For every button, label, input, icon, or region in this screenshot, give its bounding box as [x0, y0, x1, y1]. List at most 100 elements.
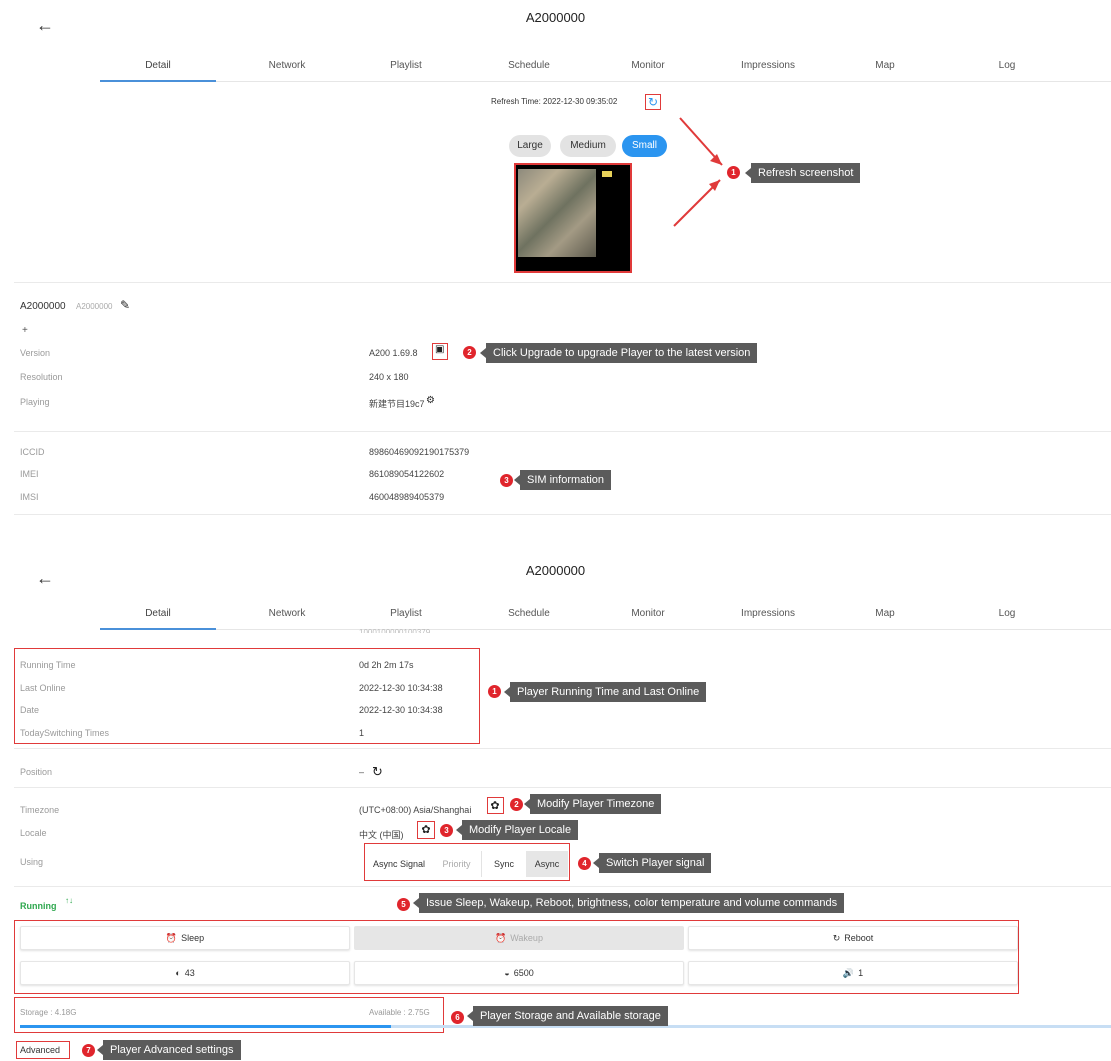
- resolution-label: Resolution: [20, 372, 63, 382]
- locale-value: 中文 (中国): [359, 830, 404, 840]
- marker-3: 3: [440, 824, 453, 837]
- callout-commands: Issue Sleep, Wakeup, Reboot, brightness,…: [412, 893, 845, 913]
- callout-signal: Switch Player signal: [592, 853, 712, 873]
- alarm-clock-icon: ⏰: [165, 933, 178, 943]
- tab-network[interactable]: Network: [229, 60, 345, 71]
- imsi-label: IMSI: [20, 492, 39, 502]
- storage-total: Storage : 4.18G: [20, 1008, 77, 1017]
- add-tag-button[interactable]: +: [22, 325, 28, 336]
- callout-upgrade: Click Upgrade to upgrade Player to the l…: [479, 343, 758, 363]
- upgrade-icon[interactable]: ▣: [435, 344, 444, 355]
- callout-refresh-screenshot: Refresh screenshot: [744, 163, 861, 183]
- tab-monitor[interactable]: Monitor: [590, 608, 706, 619]
- screenshot-preview: [514, 163, 632, 273]
- active-tab-indicator: [100, 628, 216, 630]
- tab-detail[interactable]: Detail: [100, 608, 216, 619]
- timezone-value: (UTC+08:00) Asia/Shanghai: [359, 805, 472, 815]
- priority-option[interactable]: Priority: [432, 851, 482, 877]
- tab-bar: Detail Network Playlist Schedule Monitor…: [100, 52, 1111, 82]
- marker-4: 4: [578, 857, 591, 870]
- version-value: A200 1.69.8: [369, 348, 418, 358]
- refresh-icon[interactable]: ↻: [648, 95, 658, 109]
- async-signal-label: Async Signal: [372, 859, 426, 869]
- timezone-settings-icon[interactable]: ✿: [489, 800, 501, 812]
- tab-impressions[interactable]: Impressions: [710, 60, 826, 71]
- playing-value[interactable]: 新建节目19c7: [369, 397, 425, 410]
- locale-settings-icon[interactable]: ✿: [420, 824, 432, 836]
- sleep-button[interactable]: ⏰ Sleep: [20, 926, 350, 950]
- callout-sim-info: SIM information: [513, 470, 612, 490]
- reboot-icon: ↻: [832, 933, 841, 943]
- marker-5: 5: [397, 898, 410, 911]
- tab-bar: Detail Network Playlist Schedule Monitor…: [100, 600, 1111, 630]
- scrolled-row-value: 1000100000100379: [359, 628, 431, 633]
- tab-playlist[interactable]: Playlist: [348, 60, 464, 71]
- marker-7: 7: [82, 1044, 95, 1057]
- reboot-button[interactable]: ↻ Reboot: [688, 926, 1018, 950]
- tab-map[interactable]: Map: [827, 60, 943, 71]
- divider: [14, 514, 1111, 515]
- brightness-button[interactable]: ◐ 43: [20, 961, 350, 985]
- iccid-value: 89860469092190175379: [369, 447, 470, 457]
- async-option[interactable]: Async: [526, 851, 568, 877]
- imsi-value: 460048989405379: [369, 492, 445, 502]
- callout-runtime: Player Running Time and Last Online: [503, 682, 707, 702]
- volume-button[interactable]: 🔊 1: [688, 961, 1018, 985]
- callout-locale: Modify Player Locale: [455, 820, 579, 840]
- marker-1: 1: [488, 685, 501, 698]
- tab-detail[interactable]: Detail: [100, 60, 216, 71]
- screenshot-badge: [602, 171, 612, 177]
- running-time-value: 0d 2h 2m 17s: [359, 660, 414, 670]
- tab-log[interactable]: Log: [949, 608, 1065, 619]
- color-temperature-icon: ◒: [504, 968, 510, 978]
- tab-playlist[interactable]: Playlist: [348, 608, 464, 619]
- edit-pencil-icon[interactable]: ✎: [120, 298, 130, 312]
- status-arrows-icon: ↑↓: [65, 896, 73, 905]
- size-large-button[interactable]: Large: [509, 135, 551, 157]
- brightness-icon: ◐: [175, 968, 181, 978]
- size-medium-button[interactable]: Medium: [560, 135, 616, 157]
- sync-option[interactable]: Sync: [484, 851, 524, 877]
- version-label: Version: [20, 348, 51, 358]
- device-id: A2000000: [76, 302, 113, 311]
- imei-value: 861089054122602: [369, 469, 445, 479]
- screenshot-image: [518, 169, 596, 257]
- divider: [14, 787, 1111, 788]
- command-row-1: ⏰ Sleep ⏰ Wakeup ↻ Reboot: [20, 926, 1018, 950]
- refresh-position-icon[interactable]: ↻: [372, 764, 383, 780]
- panel2-header: ← A2000000: [0, 553, 1111, 587]
- callout-advanced: Player Advanced settings: [97, 1040, 241, 1060]
- divider: [14, 886, 1111, 887]
- date-label: Date: [20, 705, 40, 715]
- tab-impressions[interactable]: Impressions: [710, 608, 826, 619]
- callout-timezone: Modify Player Timezone: [523, 794, 662, 814]
- tab-schedule[interactable]: Schedule: [471, 608, 587, 619]
- tab-schedule[interactable]: Schedule: [471, 60, 587, 71]
- program-settings-icon[interactable]: ⚙: [426, 395, 435, 406]
- position-label: Position: [20, 767, 53, 777]
- refresh-time: Refresh Time: 2022-12-30 09:35:02: [491, 97, 618, 106]
- tab-network[interactable]: Network: [229, 608, 345, 619]
- advanced-link[interactable]: Advanced: [20, 1045, 60, 1055]
- resolution-value: 240 x 180: [369, 372, 409, 382]
- storage-available: Available : 2.75G: [369, 1008, 430, 1017]
- position-value: –: [359, 767, 365, 777]
- playing-label: Playing: [20, 397, 50, 407]
- timezone-label: Timezone: [20, 805, 60, 815]
- imei-label: IMEI: [20, 469, 39, 479]
- switching-times-value: 1: [359, 728, 365, 738]
- tab-map[interactable]: Map: [827, 608, 943, 619]
- divider: [14, 282, 1111, 283]
- active-tab-indicator: [100, 80, 216, 82]
- date-value: 2022-12-30 10:34:38: [359, 705, 443, 715]
- last-online-label: Last Online: [20, 683, 66, 693]
- switching-times-label: TodaySwitching Times: [20, 728, 110, 738]
- tab-log[interactable]: Log: [949, 60, 1065, 71]
- locale-label: Locale: [20, 828, 47, 838]
- page-title: A2000000: [525, 563, 586, 578]
- tab-monitor[interactable]: Monitor: [590, 60, 706, 71]
- wakeup-button[interactable]: ⏰ Wakeup: [354, 926, 684, 950]
- last-online-value: 2022-12-30 10:34:38: [359, 683, 443, 693]
- color-temperature-button[interactable]: ◒ 6500: [354, 961, 684, 985]
- callout-storage: Player Storage and Available storage: [467, 1006, 668, 1026]
